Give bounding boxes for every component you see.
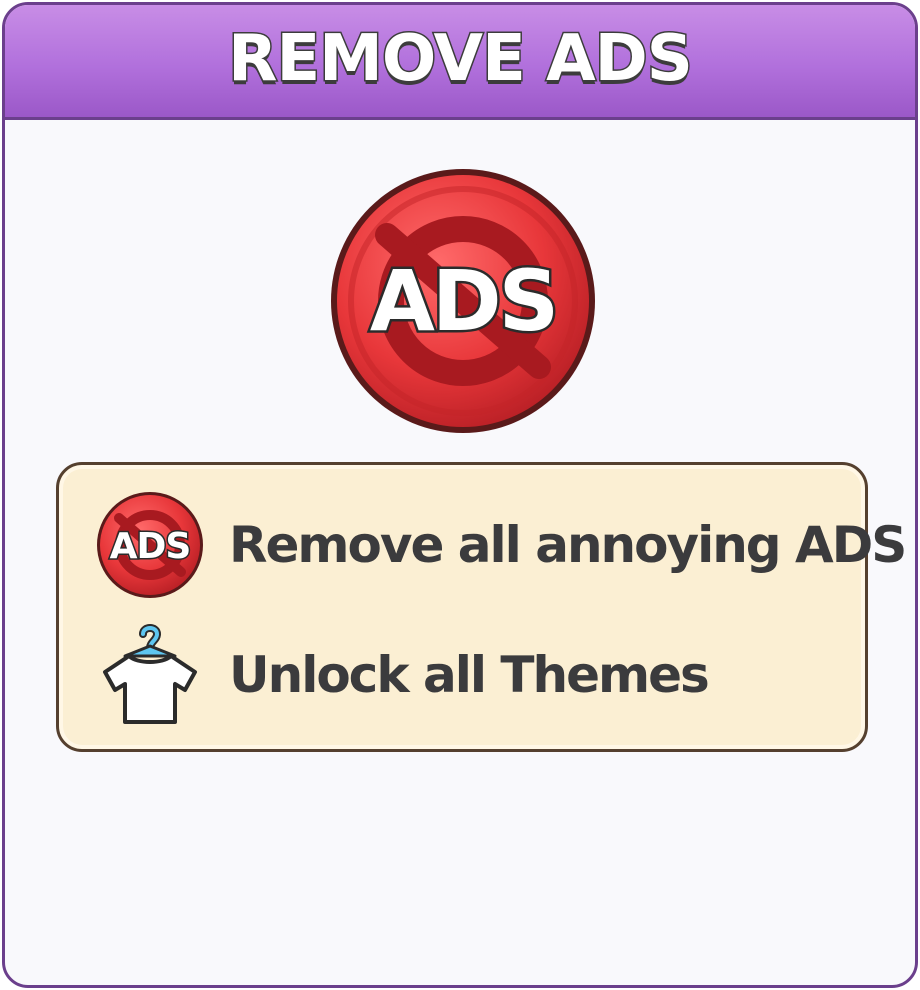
feature-label: Remove all annoying ADS [229,516,907,574]
feature-badge-text: ADS [110,526,191,567]
dialog-header: REMOVE ADS [5,5,915,120]
feature-remove-ads: ADS Remove all annoying ADS [95,492,907,598]
no-ads-icon: ADS [331,169,595,433]
feature-unlock-themes: Unlock all Themes [95,624,710,725]
remove-ads-dialog: REMOVE ADS ADS ADS Remove all annoying A… [2,2,918,988]
hero-badge-text: ADS [370,252,556,350]
dialog-title: REMOVE ADS [227,21,695,98]
tshirt-hanger-icon [103,624,197,724]
no-ads-icon: ADS [97,492,203,598]
features-box: ADS Remove all annoying ADS Unlock all T… [56,462,907,752]
feature-label: Unlock all Themes [229,646,710,704]
